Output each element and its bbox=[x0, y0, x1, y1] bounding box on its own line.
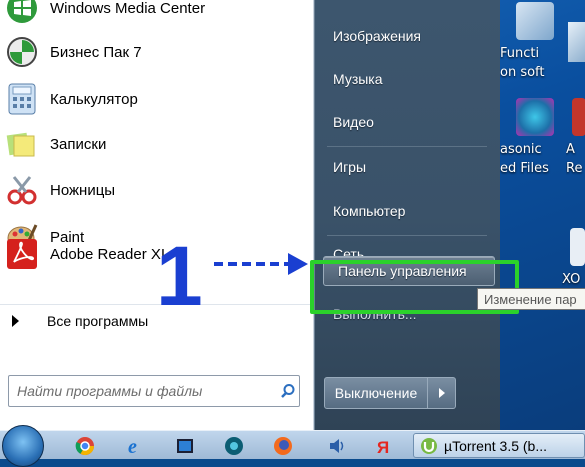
media-app-icon[interactable] bbox=[215, 433, 253, 458]
svg-text:e: e bbox=[128, 436, 137, 456]
program-label: Windows Media Center bbox=[50, 0, 206, 17]
program-label: Калькулятор bbox=[50, 90, 138, 108]
all-programs-label: Все программы bbox=[47, 312, 149, 329]
business-pack-icon bbox=[4, 34, 40, 70]
place-link-music[interactable]: Музыка bbox=[319, 63, 497, 95]
program-item-calculator[interactable]: Калькулятор bbox=[4, 77, 304, 121]
firefox-icon[interactable] bbox=[264, 433, 302, 458]
document-icon bbox=[570, 228, 585, 266]
search-icon[interactable] bbox=[277, 380, 299, 402]
place-link-videos[interactable]: Видео bbox=[319, 106, 497, 138]
start-button[interactable] bbox=[2, 425, 44, 467]
desktop-icon-label: A bbox=[566, 142, 575, 157]
windows-media-center-icon bbox=[4, 0, 40, 26]
taskbar: e Я µTorrent 3.5 (b... bbox=[0, 425, 585, 467]
adobe-reader-icon bbox=[4, 236, 40, 272]
desktop-icon-a[interactable]: A Re bbox=[566, 98, 585, 178]
volume-icon[interactable] bbox=[318, 433, 356, 458]
start-menu-places-pane: Изображения Музыка Видео Игры Компьютер … bbox=[314, 0, 500, 430]
start-menu-programs-pane: Windows Media Center Бизнес Пак 7 Кальку… bbox=[0, 0, 314, 430]
search-input[interactable] bbox=[17, 383, 277, 399]
scissors-icon bbox=[4, 172, 40, 208]
chrome-icon[interactable] bbox=[66, 433, 104, 458]
program-item-business-pack[interactable]: Бизнес Пак 7 bbox=[4, 30, 304, 74]
annotation-dashed-arrow-icon bbox=[214, 253, 308, 275]
triangle-right-icon bbox=[12, 314, 19, 327]
program-item-scissors[interactable]: Ножницы bbox=[4, 168, 304, 212]
sticky-notes-icon bbox=[4, 126, 40, 162]
program-label: Бизнес Пак 7 bbox=[50, 43, 142, 61]
yandex-icon[interactable]: Я bbox=[364, 433, 402, 458]
taskbar-window-utorrent[interactable]: µTorrent 3.5 (b... bbox=[413, 433, 585, 458]
taskbar-window-title: µTorrent 3.5 (b... bbox=[444, 437, 547, 454]
place-link-games[interactable]: Игры bbox=[319, 151, 497, 183]
place-link-pictures[interactable]: Изображения bbox=[319, 20, 497, 52]
calculator-icon bbox=[4, 81, 40, 117]
search-box[interactable] bbox=[8, 375, 300, 407]
menu-separator bbox=[327, 235, 487, 236]
molecule-icon bbox=[516, 98, 554, 136]
annotation-step-number: 1 bbox=[156, 229, 203, 323]
program-label: Ножницы bbox=[50, 181, 116, 199]
media-player-icon[interactable] bbox=[166, 433, 204, 458]
program-item-windows-media-center[interactable]: Windows Media Center bbox=[4, 0, 304, 30]
program-label: Adobe Reader XI bbox=[50, 245, 166, 263]
svg-text:Я: Я bbox=[377, 438, 389, 456]
monitor-icon bbox=[516, 2, 554, 40]
desktop-icon-partial bbox=[568, 22, 585, 62]
program-item-sticky-notes[interactable]: Записки bbox=[4, 122, 304, 166]
menu-separator bbox=[327, 146, 487, 147]
desktop-icon-label: on soft bbox=[500, 65, 545, 80]
shutdown-button[interactable]: Выключение bbox=[324, 377, 428, 409]
triangle-right-icon bbox=[438, 388, 445, 398]
program-label: Записки bbox=[50, 135, 107, 153]
desktop-icon-label: XO bbox=[562, 272, 581, 287]
desktop-icon-xo[interactable]: XO bbox=[562, 228, 585, 289]
place-link-partial[interactable] bbox=[319, 0, 497, 18]
shutdown-options-button[interactable] bbox=[428, 377, 456, 409]
internet-explorer-icon[interactable]: e bbox=[116, 433, 154, 458]
tooltip: Изменение пар bbox=[477, 288, 585, 310]
place-link-computer[interactable]: Компьютер bbox=[319, 195, 497, 227]
app-icon bbox=[572, 98, 585, 136]
desktop-icon-label: Re bbox=[566, 161, 583, 176]
utorrent-icon bbox=[421, 437, 437, 454]
